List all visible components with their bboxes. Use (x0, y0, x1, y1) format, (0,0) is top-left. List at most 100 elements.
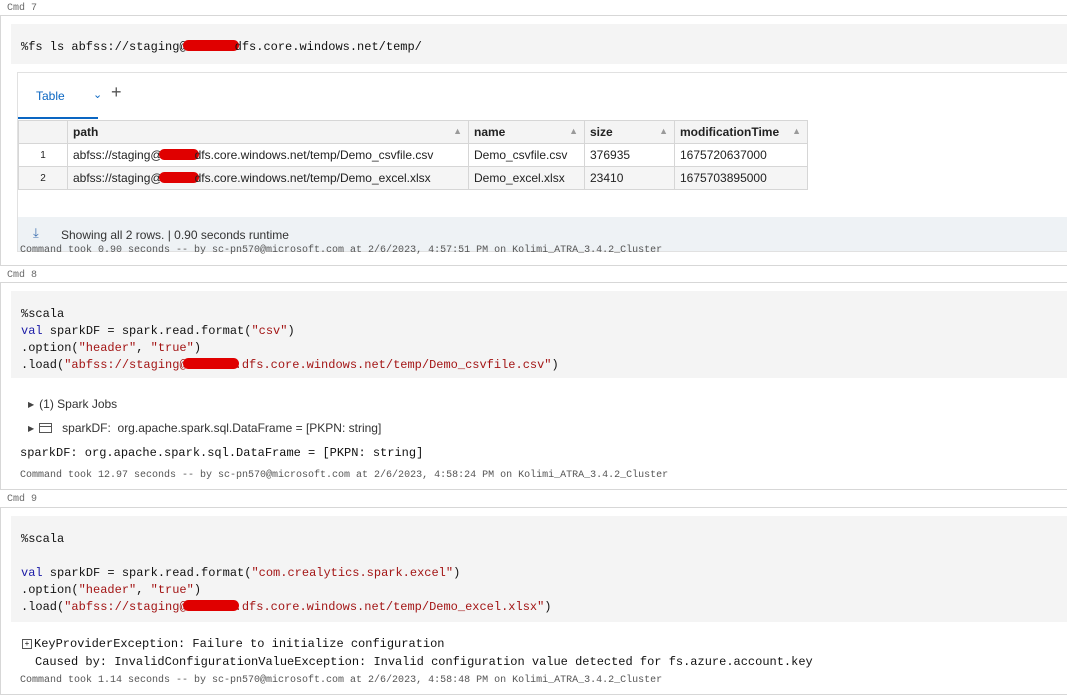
redaction-mark (182, 40, 239, 51)
cmd8-label: Cmd 8 (7, 270, 38, 281)
code-text: ) (453, 566, 461, 580)
chevron-down-icon[interactable]: ⌄ (93, 88, 102, 101)
dataframe-schema-toggle[interactable]: ▶ sparkDF: org.apache.spark.sql.DataFrame… (28, 421, 381, 435)
code-text: , (136, 341, 151, 355)
string-literal: "abfss://staging@ (64, 358, 187, 372)
table-row[interactable]: 1 abfss://staging@ dfs.core.windows.net/t… (18, 143, 808, 167)
cmd7-label: Cmd 7 (7, 3, 38, 14)
cmd7-footer: Command took 0.90 seconds -- by sc-pn570… (20, 245, 663, 256)
code-text: .load( (21, 358, 65, 372)
cell-size[interactable]: 376935 (584, 143, 675, 167)
path-suffix: dfs.core.windows.net/temp/Demo_excel.xls… (194, 171, 431, 185)
row-number: 2 (18, 166, 68, 190)
string-literal: "true" (150, 583, 194, 597)
path-suffix: dfs.core.windows.net/temp/Demo_csvfile.c… (194, 148, 434, 162)
code-text: sparkDF = spark.read.format( (42, 324, 252, 338)
column-header-label: path (73, 125, 99, 139)
row-number-header (18, 120, 68, 144)
path-prefix: abfss://staging@ (73, 171, 163, 185)
row-number: 1 (18, 143, 68, 167)
code-line: %scala (21, 532, 65, 546)
cmd8-output: sparkDF: org.apache.spark.sql.DataFrame … (20, 446, 424, 460)
cmd8-cell[interactable]: %scala val sparkDF = spark.read.format("… (0, 282, 1067, 490)
redaction-mark (182, 600, 239, 611)
cmd9-label: Cmd 9 (7, 494, 38, 505)
tab-table[interactable]: Table (36, 89, 65, 103)
code-text: .load( (21, 600, 65, 614)
column-header-label: name (474, 125, 506, 139)
row-count-status: Showing all 2 rows. | 0.90 seconds runti… (61, 228, 289, 242)
cell-path[interactable]: abfss://staging@ dfs.core.windows.net/tem… (67, 143, 469, 167)
caret-right-icon[interactable]: ▶ (28, 400, 34, 409)
column-header-name[interactable]: name ▲ (468, 120, 585, 144)
cmd9-footer: Command took 1.14 seconds -- by sc-pn570… (20, 675, 663, 686)
cell-modificationtime[interactable]: 1675703895000 (674, 166, 808, 190)
code-line: .option("header", "true") (21, 582, 1057, 599)
error-message: KeyProviderException: Failure to initial… (34, 637, 445, 651)
code-line: val sparkDF = spark.read.format("csv") (21, 323, 1057, 340)
string-literal: .dfs.core.windows.net/temp/Demo_excel.xl… (234, 600, 545, 614)
spark-jobs-toggle[interactable]: ▶ (1) Spark Jobs (28, 397, 117, 411)
cell-modificationtime[interactable]: 1675720637000 (674, 143, 808, 167)
column-header-label: modificationTime (680, 125, 780, 139)
code-text: .option( (21, 583, 79, 597)
cmd9-cell[interactable]: %scala val sparkDF = spark.read.format("… (0, 507, 1067, 695)
table-row[interactable]: 2 abfss://staging@ dfs.core.windows.net/t… (18, 166, 808, 190)
string-literal: "header" (78, 583, 137, 597)
sort-icon[interactable]: ▲ (453, 126, 462, 136)
cell-path[interactable]: abfss://staging@ dfs.core.windows.net/tem… (67, 166, 469, 190)
code-text: .option( (21, 341, 79, 355)
code-text: ) (544, 600, 552, 614)
dataframe-type: org.apache.spark.sql.DataFrame = [PKPN: … (117, 421, 382, 435)
code-line: %scala (21, 307, 65, 321)
code-text: , (136, 583, 151, 597)
spark-jobs-label: (1) Spark Jobs (39, 397, 118, 411)
cmd7-code-prefix: %fs ls abfss://staging@ (21, 40, 187, 54)
cmd7-cell[interactable]: %fs ls abfss://staging@ dfs.core.windows.… (0, 15, 1067, 266)
expand-icon[interactable]: + (22, 639, 32, 649)
sort-icon[interactable]: ▲ (569, 126, 578, 136)
cmd8-code-editor[interactable]: %scala val sparkDF = spark.read.format("… (11, 291, 1067, 378)
code-text: ) (551, 358, 559, 372)
string-literal: "abfss://staging@ (64, 600, 187, 614)
keyword: val (21, 566, 43, 580)
cmd8-footer: Command took 12.97 seconds -- by sc-pn57… (20, 470, 669, 481)
cmd7-code-suffix: dfs.core.windows.net/temp/ (234, 40, 422, 54)
redaction-mark (158, 149, 199, 160)
keyword: val (21, 324, 43, 338)
table-header-row: path ▲ name ▲ size ▲ modificationTime ▲ (18, 120, 808, 144)
add-tab-button[interactable]: + (111, 82, 122, 103)
cmd7-code-editor[interactable]: %fs ls abfss://staging@ dfs.core.windows.… (11, 24, 1067, 64)
code-line: .load("abfss://staging@ .dfs.core.windows… (21, 357, 1057, 374)
string-literal: .dfs.core.windows.net/temp/Demo_csvfile.… (234, 358, 552, 372)
code-text: ) (193, 583, 202, 597)
path-prefix: abfss://staging@ (73, 148, 163, 162)
sort-icon[interactable]: ▲ (659, 126, 668, 136)
redaction-mark (182, 358, 239, 369)
tab-active-indicator (18, 117, 98, 119)
cell-name[interactable]: Demo_excel.xlsx (468, 166, 585, 190)
result-tabbar: Table ⌄ + (18, 73, 1067, 119)
string-literal: "csv" (251, 324, 288, 338)
download-icon[interactable]: ⤓ (33, 225, 39, 241)
column-header-size[interactable]: size ▲ (584, 120, 675, 144)
code-line: .load("abfss://staging@ .dfs.core.windows… (21, 599, 1057, 616)
column-header-path[interactable]: path ▲ (67, 120, 469, 144)
error-line[interactable]: + KeyProviderException: Failure to initia… (22, 635, 813, 653)
sort-icon[interactable]: ▲ (792, 126, 801, 136)
error-cause: Caused by: InvalidConfigurationValueExce… (35, 655, 813, 669)
cmd9-code-editor[interactable]: %scala val sparkDF = spark.read.format("… (11, 516, 1067, 622)
string-literal: "header" (78, 341, 137, 355)
cmd7-result-table: Table ⌄ + path ▲ name ▲ size ▲ modification… (17, 72, 1067, 252)
code-line: val sparkDF = spark.read.format("com.cre… (21, 565, 1057, 582)
string-literal: "true" (150, 341, 194, 355)
data-grid: path ▲ name ▲ size ▲ modificationTime ▲ 1 ab… (18, 120, 808, 190)
caret-right-icon[interactable]: ▶ (28, 424, 34, 433)
error-output: + KeyProviderException: Failure to initia… (22, 635, 813, 671)
string-literal: "com.crealytics.spark.excel" (251, 566, 454, 580)
cell-size[interactable]: 23410 (584, 166, 675, 190)
cell-name[interactable]: Demo_csvfile.csv (468, 143, 585, 167)
code-line: .option("header", "true") (21, 340, 1057, 357)
column-header-modificationtime[interactable]: modificationTime ▲ (674, 120, 808, 144)
